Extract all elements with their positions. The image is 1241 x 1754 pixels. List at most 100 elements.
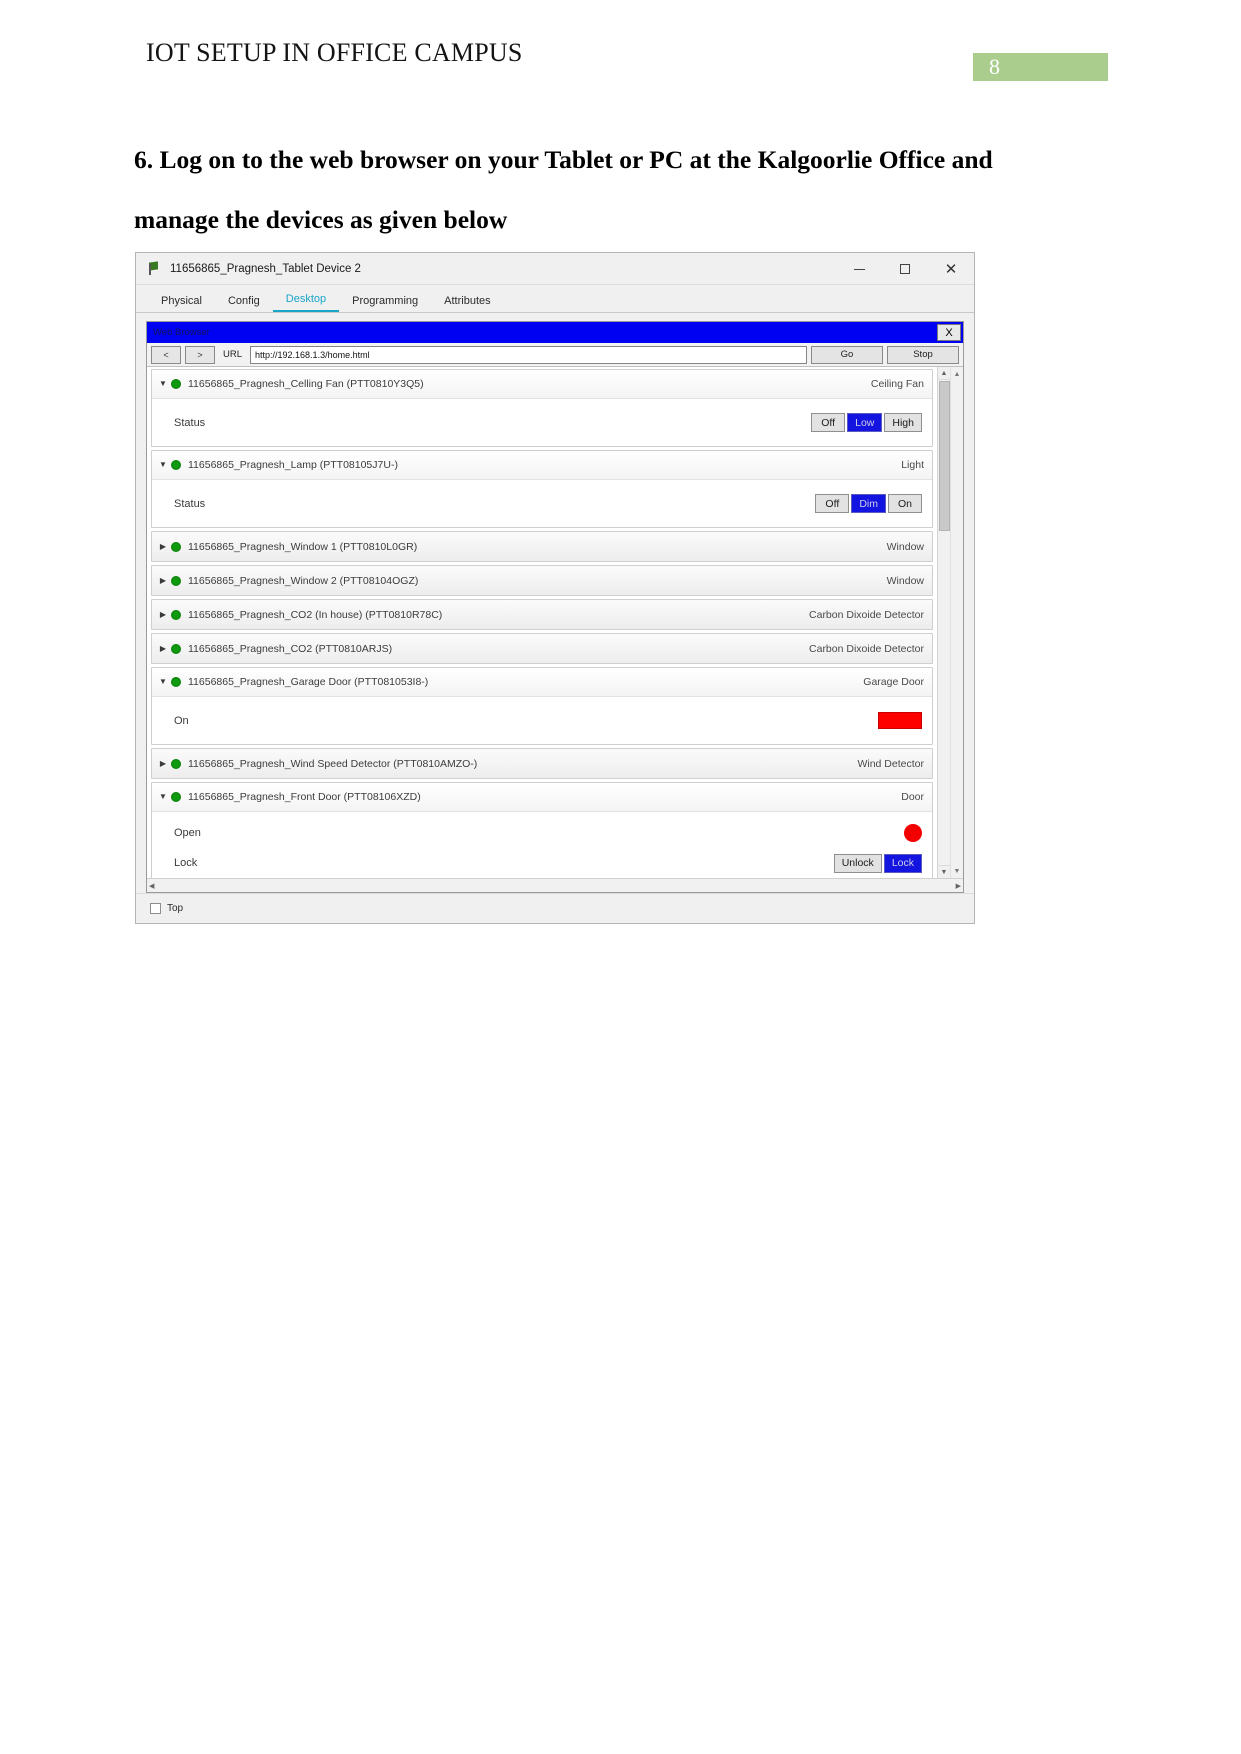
fan-low-button[interactable]: Low xyxy=(847,413,883,432)
device-type: Door xyxy=(901,791,924,803)
status-indicator-icon xyxy=(171,379,181,389)
status-indicator-icon xyxy=(171,609,181,620)
device-header[interactable]: ▼ 11656865_Pragnesh_Front Door (PTT08106… xyxy=(152,783,932,812)
go-button[interactable]: Go xyxy=(811,345,883,364)
maximize-button[interactable] xyxy=(882,253,928,285)
device-header[interactable]: ▼ 11656865_Pragnesh_Celling Fan (PTT0810… xyxy=(152,370,932,399)
packet-tracer-flag-icon xyxy=(148,262,162,276)
scroll-right-icon[interactable]: ▶ xyxy=(956,882,961,890)
top-checkbox[interactable] xyxy=(150,903,161,914)
window-controls: ✕ xyxy=(836,253,974,285)
chevron-down-icon[interactable]: ▼ xyxy=(158,677,168,687)
status-indicator-icon xyxy=(171,460,181,470)
tab-programming[interactable]: Programming xyxy=(339,295,431,312)
outer-vertical-scrollbar[interactable]: ▲ ▼ xyxy=(950,367,963,878)
tab-desktop[interactable]: Desktop xyxy=(272,293,340,312)
page-number-badge: 8 xyxy=(973,53,1108,81)
front-door-open-row: Open xyxy=(174,818,922,848)
device-panel: Status Off Dim On xyxy=(152,480,932,527)
lamp-on-button[interactable]: On xyxy=(888,494,922,513)
window-footer: Top xyxy=(136,893,974,923)
back-button[interactable]: < xyxy=(151,345,181,364)
forward-button[interactable]: > xyxy=(185,345,215,364)
outer-scroll-up-icon[interactable]: ▲ xyxy=(954,370,961,378)
unlock-button[interactable]: Unlock xyxy=(833,853,882,873)
device-header[interactable]: ▶ 11656865_Pragnesh_Wind Speed Detector … xyxy=(152,749,932,778)
device-panel: Status Off Low High xyxy=(152,399,932,446)
device-tabs: Physical Config Desktop Programming Attr… xyxy=(136,285,974,313)
device-type: Ceiling Fan xyxy=(870,378,924,390)
tab-physical[interactable]: Physical xyxy=(148,295,215,312)
device-name: 11656865_Pragnesh_Garage Door (PTT081053… xyxy=(188,676,429,688)
chevron-down-icon[interactable]: ▼ xyxy=(158,379,168,389)
device-header[interactable]: ▼ 11656865_Pragnesh_Lamp (PTT08105J7U-) … xyxy=(152,451,932,480)
chevron-right-icon[interactable]: ▶ xyxy=(158,610,168,620)
device-header[interactable]: ▶ 11656865_Pragnesh_Window 1 (PTT0810L0G… xyxy=(152,532,932,561)
lamp-dim-button[interactable]: Dim xyxy=(851,494,886,513)
fan-high-button[interactable]: High xyxy=(884,413,922,432)
device-header[interactable]: ▶ 11656865_Pragnesh_CO2 (PTT0810ARJS) Ca… xyxy=(152,634,932,663)
status-button-group: Off Dim On xyxy=(815,494,922,513)
scroll-up-icon[interactable]: ▲ xyxy=(938,367,950,380)
chevron-right-icon[interactable]: ▶ xyxy=(158,576,168,586)
packet-tracer-device-window: 11656865_Pragnesh_Tablet Device 2 ✕ Phys… xyxy=(135,252,975,924)
stop-button[interactable]: Stop xyxy=(887,345,959,364)
device-card-window-2: ▶ 11656865_Pragnesh_Window 2 (PTT08104OG… xyxy=(151,565,933,596)
tab-config[interactable]: Config xyxy=(215,295,273,312)
top-checkbox-label: Top xyxy=(167,903,184,914)
device-name: 11656865_Pragnesh_Wind Speed Detector (P… xyxy=(188,757,478,770)
status-indicator-icon xyxy=(171,677,181,687)
device-card-window-1: ▶ 11656865_Pragnesh_Window 1 (PTT0810L0G… xyxy=(151,531,933,562)
window-title: 11656865_Pragnesh_Tablet Device 2 xyxy=(170,262,361,275)
panel-label-open: Open xyxy=(174,827,201,839)
tab-attributes[interactable]: Attributes xyxy=(431,295,503,312)
device-panel: On xyxy=(152,697,932,744)
panel-label: On xyxy=(174,714,189,727)
device-name: 11656865_Pragnesh_Front Door (PTT08106XZ… xyxy=(188,791,421,803)
browser-url-bar: < > URL http://192.168.1.3/home.html Go … xyxy=(147,343,963,367)
front-door-open-indicator xyxy=(904,824,922,842)
lock-button[interactable]: Lock xyxy=(883,853,922,873)
scroll-down-icon[interactable]: ▼ xyxy=(938,865,950,878)
scroll-left-icon[interactable]: ◀ xyxy=(149,882,154,890)
close-button[interactable]: ✕ xyxy=(928,253,974,285)
status-indicator-icon xyxy=(171,758,181,769)
device-type: Window xyxy=(886,540,924,553)
browser-content: ▼ 11656865_Pragnesh_Celling Fan (PTT0810… xyxy=(147,367,963,878)
vertical-scrollbar[interactable]: ▲ ▼ xyxy=(937,367,950,878)
url-input[interactable]: http://192.168.1.3/home.html xyxy=(250,345,807,364)
device-card-ceiling-fan: ▼ 11656865_Pragnesh_Celling Fan (PTT0810… xyxy=(151,369,933,447)
device-header[interactable]: ▶ 11656865_Pragnesh_Window 2 (PTT08104OG… xyxy=(152,566,932,595)
minimize-button[interactable] xyxy=(836,253,882,285)
lamp-off-button[interactable]: Off xyxy=(815,494,850,513)
status-indicator-icon xyxy=(171,792,181,802)
chevron-down-icon[interactable]: ▼ xyxy=(158,460,168,470)
desktop-pane: Web Browser X < > URL http://192.168.1.3… xyxy=(136,313,974,923)
device-header[interactable]: ▶ 11656865_Pragnesh_CO2 (In house) (PTT0… xyxy=(152,600,932,629)
chevron-right-icon[interactable]: ▶ xyxy=(158,644,168,654)
panel-label: Status xyxy=(174,416,206,429)
fan-off-button[interactable]: Off xyxy=(811,413,846,432)
device-card-front-door: ▼ 11656865_Pragnesh_Front Door (PTT08106… xyxy=(151,782,933,878)
device-header[interactable]: ▼ 11656865_Pragnesh_Garage Door (PTT0810… xyxy=(152,668,932,697)
panel-label-lock: Lock xyxy=(174,857,198,869)
page-heading: 6. Log on to the web browser on your Tab… xyxy=(134,145,993,234)
scroll-thumb[interactable] xyxy=(939,381,950,531)
outer-scroll-down-icon[interactable]: ▼ xyxy=(954,867,961,875)
browser-close-button[interactable]: X xyxy=(937,324,961,341)
device-card-co2: ▶ 11656865_Pragnesh_CO2 (PTT0810ARJS) Ca… xyxy=(151,633,933,664)
lock-button-group: Unlock Lock xyxy=(833,853,922,873)
front-door-lock-row: Lock Unlock Lock xyxy=(174,848,922,878)
chevron-right-icon[interactable]: ▶ xyxy=(158,542,168,552)
window-titlebar: 11656865_Pragnesh_Tablet Device 2 ✕ xyxy=(136,253,974,285)
device-type: Carbon Dixoide Detector xyxy=(809,642,924,655)
chevron-down-icon[interactable]: ▼ xyxy=(158,792,168,802)
chevron-right-icon[interactable]: ▶ xyxy=(158,759,168,769)
device-name: 11656865_Pragnesh_Celling Fan (PTT0810Y3… xyxy=(188,378,424,390)
status-indicator-icon xyxy=(171,643,181,654)
horizontal-scrollbar[interactable]: ◀ ▶ xyxy=(147,878,963,892)
panel-label: Status xyxy=(174,497,206,510)
document-header: IOT SETUP IN OFFICE CAMPUS 8 xyxy=(0,0,1241,100)
device-card-wind-speed-detector: ▶ 11656865_Pragnesh_Wind Speed Detector … xyxy=(151,748,933,779)
device-name: 11656865_Pragnesh_CO2 (In house) (PTT081… xyxy=(188,608,443,621)
